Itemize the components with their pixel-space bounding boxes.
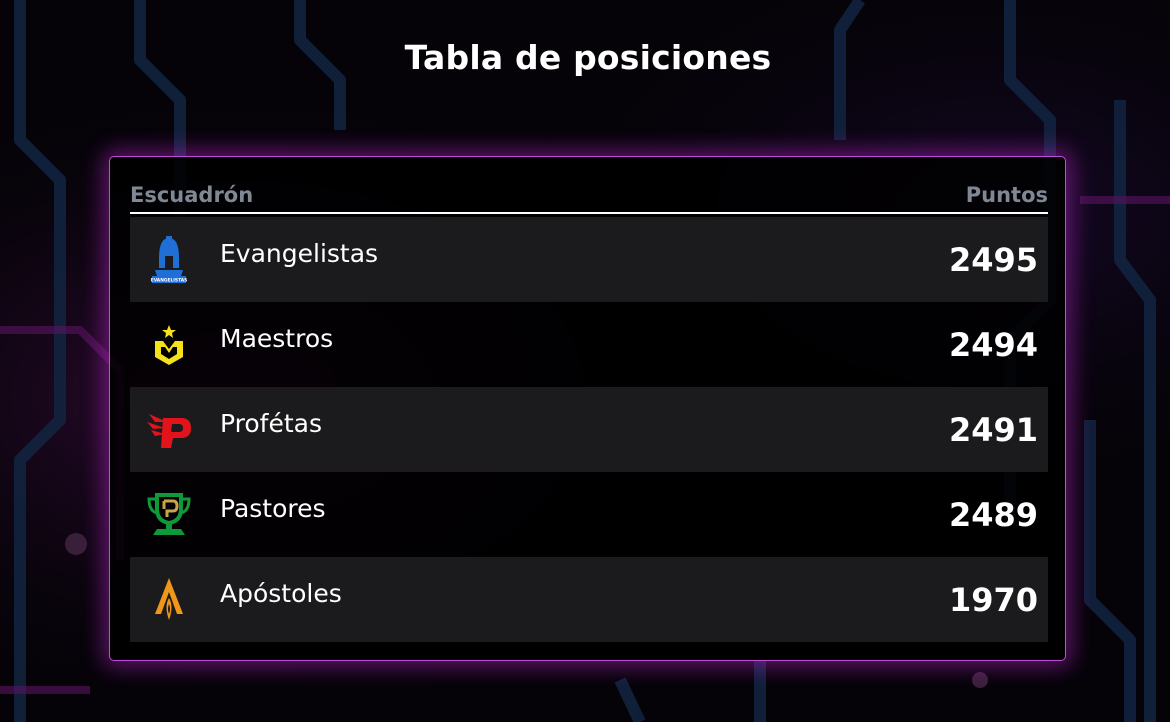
team-points: 1970	[948, 581, 1038, 619]
table-row: Apóstoles 1970	[130, 557, 1048, 642]
shield-star-m-icon	[145, 319, 193, 369]
spartan-helmet-icon: EVANGELISTAS	[145, 234, 193, 284]
trophy-p-icon	[145, 489, 193, 539]
table-row: EVANGELISTAS Evangelistas 2495	[130, 217, 1048, 302]
team-name: Profétas	[220, 409, 322, 438]
team-name: Pastores	[220, 494, 326, 523]
table-row: Pastores 2489	[130, 472, 1048, 557]
team-points: 2491	[948, 411, 1038, 449]
table-row: Profétas 2491	[130, 387, 1048, 472]
flame-a-icon	[145, 574, 193, 624]
table-row: Maestros 2494	[130, 302, 1048, 387]
team-points: 2494	[948, 326, 1038, 364]
logo-text: EVANGELISTAS	[151, 278, 188, 284]
standings-card: Escuadrón Puntos EVANGELISTAS Evangelist…	[109, 156, 1066, 661]
team-points: 2489	[948, 496, 1038, 534]
column-header-squad: Escuadrón	[130, 183, 254, 207]
team-name: Apóstoles	[220, 579, 342, 608]
team-name: Evangelistas	[220, 239, 379, 268]
column-header-points: Puntos	[965, 183, 1048, 207]
page-title: Tabla de posiciones	[404, 38, 772, 77]
team-points: 2495	[948, 241, 1038, 279]
table-header: Escuadrón Puntos	[130, 181, 1048, 214]
team-name: Maestros	[220, 324, 334, 353]
winged-p-icon	[145, 404, 193, 454]
